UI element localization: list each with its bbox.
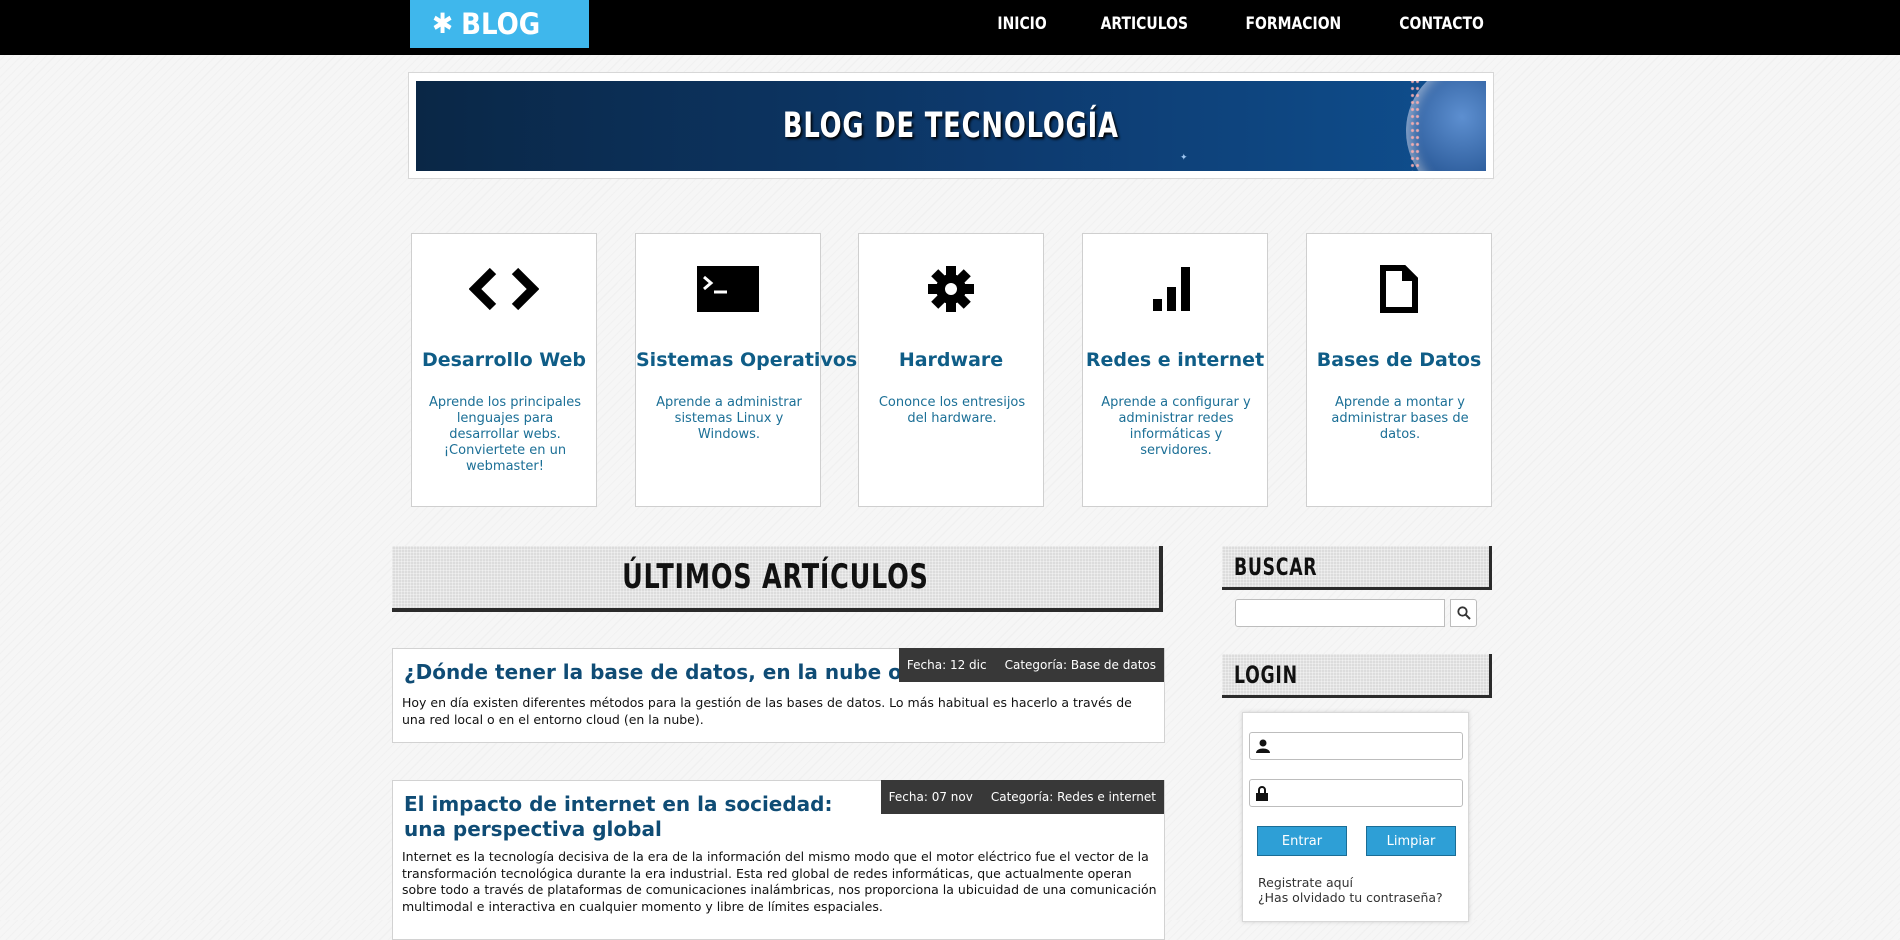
articles-section-header: ÚLTIMOS ARTÍCULOS	[392, 546, 1163, 612]
top-navbar: ✱ BLOG INICIO ARTICULOS FORMACION CONTAC…	[0, 0, 1900, 55]
login-button[interactable]: Entrar	[1257, 826, 1347, 856]
article-title[interactable]: El impacto de internet en la sociedad: u…	[404, 792, 844, 842]
login-widget-header: LOGIN	[1222, 654, 1492, 698]
category-description: Aprende a administrar sistemas Linux y W…	[656, 395, 802, 442]
login-widget-title: LOGIN	[1234, 660, 1298, 689]
gear-icon: ✱	[432, 7, 454, 40]
nav-inicio[interactable]: INICIO	[998, 14, 1047, 34]
category-card-redes[interactable]: Redes e internet Aprende a configurar y …	[1082, 233, 1268, 507]
article-card[interactable]: El impacto de internet en la sociedad: u…	[392, 780, 1165, 940]
article-date: Fecha: 07 nov	[888, 790, 973, 804]
category-description: Aprende a configurar y administrar redes…	[1101, 395, 1251, 458]
user-icon	[1256, 739, 1270, 753]
file-icon	[1307, 259, 1491, 319]
category-card-desarrollo-web[interactable]: Desarrollo Web Aprende los principales l…	[411, 233, 597, 507]
username-field[interactable]	[1249, 732, 1463, 760]
article-excerpt: Internet es la tecnología decisiva de la…	[402, 849, 1157, 914]
register-link[interactable]: Registrate aquí	[1258, 875, 1353, 890]
forgot-password-link[interactable]: ¿Has olvidado tu contraseña?	[1258, 890, 1443, 905]
banner-title: BLOG DE TECNOLOGÍA	[783, 106, 1119, 146]
site-logo[interactable]: ✱ BLOG	[410, 0, 589, 48]
password-field[interactable]	[1249, 779, 1463, 807]
category-description: Cononce los entresijos del hardware.	[878, 395, 1026, 426]
category-card-bases-de-datos[interactable]: Bases de Datos Aprende a montar y admini…	[1306, 233, 1492, 507]
nav-formacion[interactable]: FORMACION	[1246, 14, 1342, 34]
category-title: Hardware	[898, 349, 1004, 371]
category-card-hardware[interactable]: Hardware Cononce los entresijos del hard…	[858, 233, 1044, 507]
category-title: Redes e internet	[1085, 349, 1265, 371]
search-widget-header: BUSCAR	[1222, 546, 1492, 590]
lock-icon	[1256, 785, 1268, 801]
search-widget-title: BUSCAR	[1234, 552, 1318, 581]
category-cards: Desarrollo Web Aprende los principales l…	[411, 233, 1492, 507]
category-card-sistemas-operativos[interactable]: Sistemas Operativos Aprende a administra…	[635, 233, 858, 507]
logo-text: BLOG	[461, 7, 541, 41]
article-meta: Fecha: 12 dic Categoría: Base de datos	[898, 648, 1164, 682]
banner: ✦ BLOG DE TECNOLOGÍA	[416, 81, 1486, 171]
signal-icon	[1083, 259, 1267, 319]
code-icon	[412, 259, 596, 319]
nav-articulos[interactable]: ARTICULOS	[1100, 14, 1187, 34]
category-description: Aprende los principales lenguajes para d…	[428, 395, 582, 474]
article-card[interactable]: ¿Dónde tener la base de datos, en la nub…	[392, 648, 1165, 743]
search-button[interactable]	[1450, 599, 1477, 627]
category-title: Sistemas Operativos	[636, 349, 858, 371]
terminal-icon	[636, 259, 820, 319]
article-category[interactable]: Categoría: Redes e internet	[991, 790, 1156, 804]
article-title[interactable]: ¿Dónde tener la base de datos, en la nub…	[404, 660, 973, 685]
article-excerpt: Hoy en día existen diferentes métodos pa…	[402, 695, 1132, 727]
cog-icon	[859, 259, 1043, 319]
search-input[interactable]	[1235, 599, 1445, 627]
category-title: Desarrollo Web	[421, 349, 587, 371]
clear-button[interactable]: Limpiar	[1366, 826, 1456, 856]
category-description: Aprende a montar y administrar bases de …	[1331, 395, 1469, 442]
article-category[interactable]: Categoría: Base de datos	[1005, 658, 1156, 672]
article-date: Fecha: 12 dic	[906, 658, 987, 672]
articles-section-title: ÚLTIMOS ARTÍCULOS	[622, 557, 929, 597]
category-title: Bases de Datos	[1316, 349, 1482, 371]
search-icon	[1456, 606, 1471, 620]
main-nav: INICIO ARTICULOS FORMACION CONTACTO	[992, 0, 1493, 48]
nav-contacto[interactable]: CONTACTO	[1399, 14, 1484, 34]
article-meta: Fecha: 07 nov Categoría: Redes e interne…	[880, 780, 1164, 814]
